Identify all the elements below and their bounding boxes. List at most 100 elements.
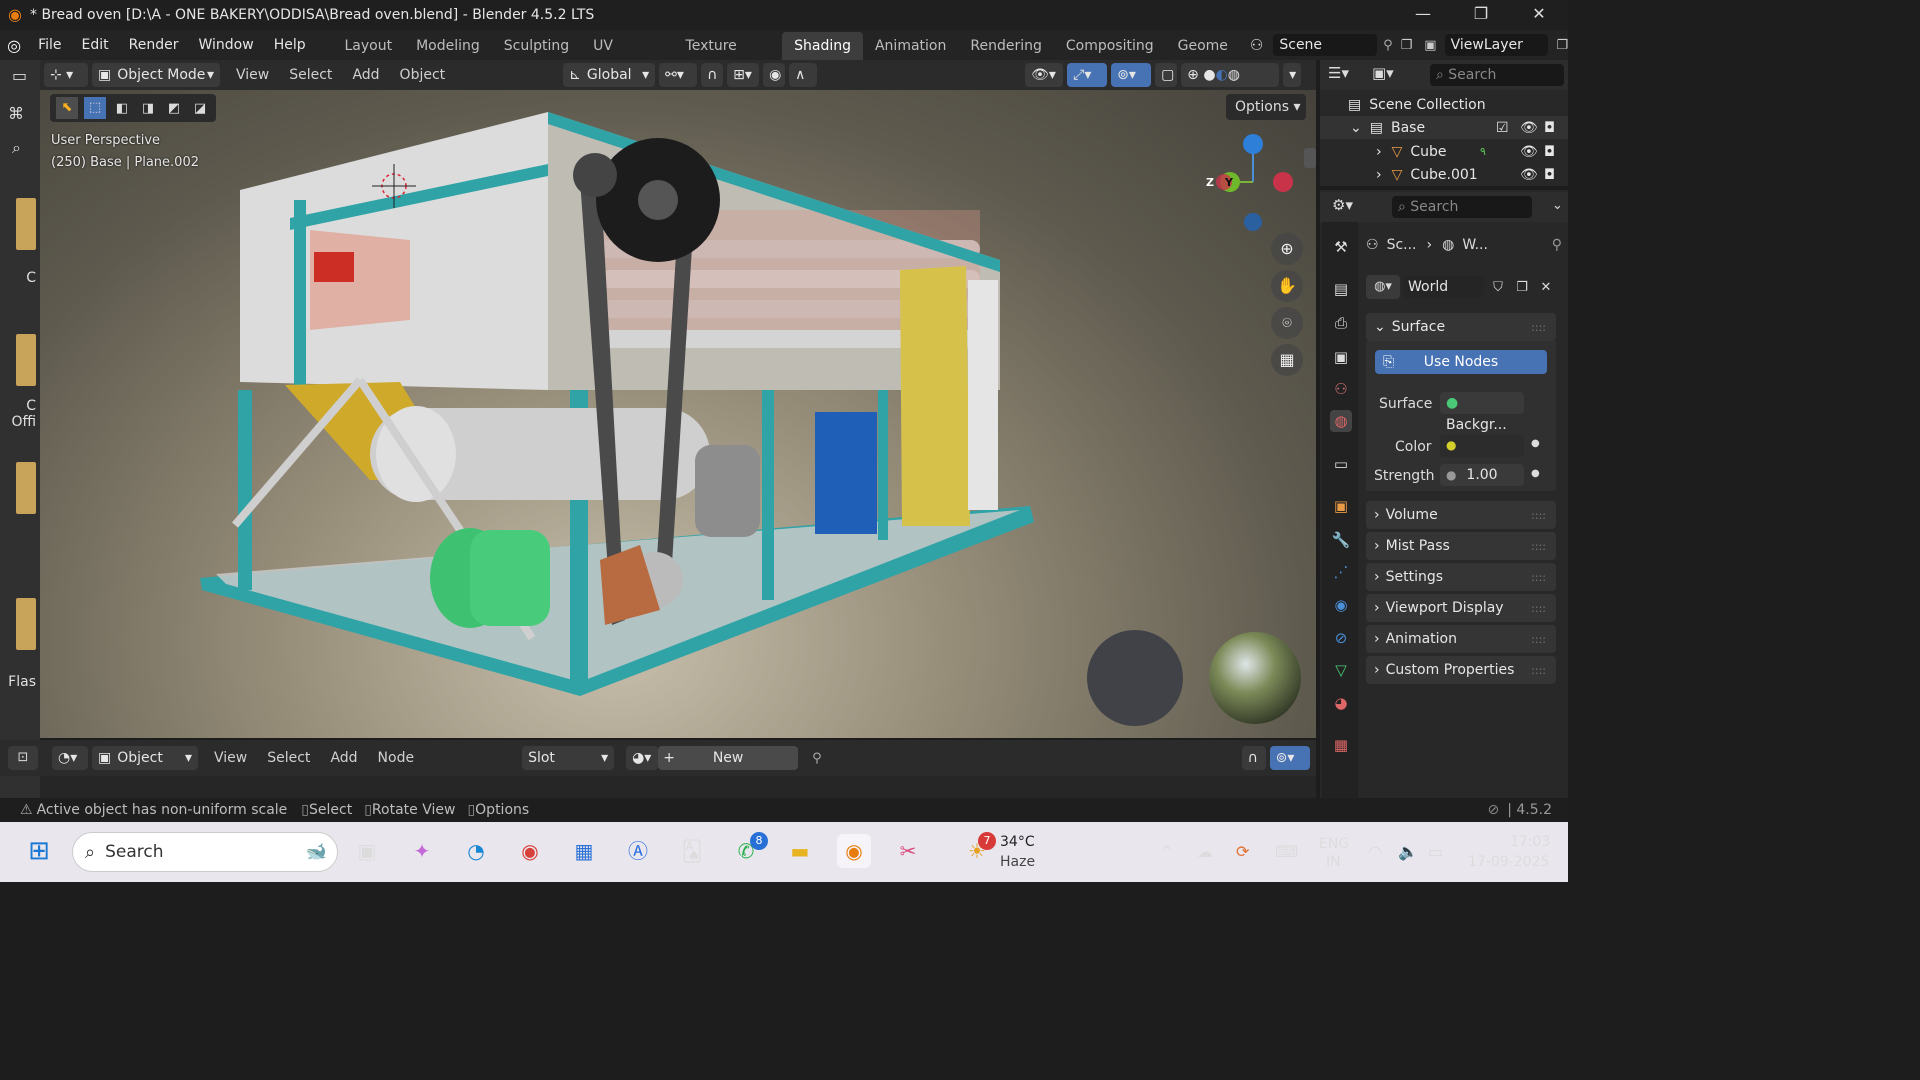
language-bottom[interactable]: IN — [1326, 854, 1341, 870]
windows-start-icon[interactable]: ⊞ — [22, 834, 56, 868]
menu-view[interactable]: View — [204, 750, 257, 766]
taskbar-search[interactable]: ⌕ Search 🐋 — [72, 832, 338, 872]
close-button[interactable]: ✕ — [1510, 0, 1568, 30]
camera-icon[interactable]: ◘ — [1544, 167, 1555, 183]
drag-handle-icon[interactable]: :::: — [1531, 571, 1546, 584]
drag-handle-icon[interactable]: :::: — [1531, 602, 1546, 615]
menu-node[interactable]: Node — [368, 750, 425, 766]
solitaire-icon[interactable]: 🂡 — [675, 834, 709, 868]
new-scene-icon[interactable]: ❐ — [1401, 38, 1413, 53]
use-nodes-button[interactable]: ⎘ Use Nodes — [1375, 350, 1547, 374]
snap-icon[interactable]: ∩ — [1241, 746, 1266, 770]
volume-icon[interactable]: 🔈 — [1398, 842, 1418, 861]
output-tab-icon[interactable]: ⎙ — [1330, 312, 1352, 334]
tab-sculpting[interactable]: Sculpting — [492, 32, 581, 60]
tool-tab-icon[interactable]: ⚒ — [1330, 236, 1352, 258]
options-dropdown[interactable]: Options ▾ — [1226, 94, 1306, 120]
file-browser-toggle-icon[interactable]: ⊡ — [8, 746, 38, 770]
select-intersect-icon[interactable]: ◪ — [190, 101, 210, 116]
snap-icon[interactable]: ∩ — [701, 63, 724, 87]
camera-view-icon[interactable]: ⌾ — [1271, 307, 1303, 339]
texture-tab-icon[interactable]: ▦ — [1330, 734, 1352, 756]
settings-panel-header[interactable]: › Settings:::: — [1366, 563, 1556, 591]
volume-panel-header[interactable]: › Volume:::: — [1366, 501, 1556, 529]
pin-icon[interactable]: ⚲ — [812, 751, 822, 766]
eye-icon[interactable]: 👁 — [1520, 167, 1538, 183]
battery-icon[interactable]: ▭ — [1428, 842, 1443, 861]
copilot-icon[interactable]: ✦ — [405, 834, 439, 868]
tab-layout[interactable]: Layout — [332, 32, 404, 60]
surface-panel-header[interactable]: ⌄ Surface :::: — [1366, 313, 1556, 341]
new-view-layer-icon[interactable]: ❐ — [1556, 38, 1568, 53]
menu-view[interactable]: View — [226, 67, 279, 83]
wifi-icon[interactable]: ◠ — [1368, 842, 1382, 861]
overlay-toggle-icon[interactable]: ⊚▾ — [1269, 746, 1310, 770]
keyframe-dot-icon[interactable]: ● — [1531, 468, 1540, 479]
orientation-dropdown[interactable]: ⊾ Global ▾ — [563, 63, 656, 87]
menu-edit[interactable]: Edit — [72, 30, 119, 60]
slot-dropdown[interactable]: Slot ▾ — [522, 746, 615, 770]
tab-geometry[interactable]: Geome — [1166, 32, 1240, 60]
edge-icon[interactable]: ◔ — [459, 834, 493, 868]
eye-icon[interactable]: 👁 — [1520, 120, 1538, 136]
mode-dropdown[interactable]: ▣ Object Mode ▾ — [92, 63, 220, 87]
bookmark-icon[interactable]: ⌘ — [8, 104, 24, 123]
drag-handle-icon[interactable]: :::: — [1531, 509, 1546, 522]
checkbox-icon[interactable]: ☑ — [1496, 120, 1509, 136]
sync-icon[interactable]: ⟳ — [1236, 842, 1249, 861]
pan-hand-icon[interactable]: ✋ — [1271, 270, 1303, 302]
scene-icon[interactable]: ⚇ — [1250, 36, 1263, 54]
display-mode-icon[interactable]: ▣▾ — [1372, 64, 1406, 86]
render-tab-icon[interactable]: ▤ — [1330, 278, 1352, 300]
custom-properties-panel-header[interactable]: › Custom Properties:::: — [1366, 656, 1556, 684]
chevron-down-icon[interactable]: ⌄ — [1350, 120, 1362, 136]
language-top[interactable]: ENG — [1319, 836, 1349, 852]
folder-icon[interactable]: ▭ — [12, 66, 27, 85]
file-thumbnail[interactable] — [16, 334, 36, 386]
drag-handle-icon[interactable]: :::: — [1531, 664, 1546, 677]
visibility-icon[interactable]: 👁▾ — [1025, 63, 1064, 87]
menu-window[interactable]: Window — [189, 30, 264, 60]
properties-editor-icon[interactable]: ⚙▾ — [1332, 196, 1353, 214]
modifier-tab-icon[interactable]: 🔧 — [1330, 529, 1352, 551]
shader-editor-canvas[interactable] — [40, 776, 1316, 798]
ortho-grid-icon[interactable]: ▦ — [1271, 344, 1303, 376]
physics-tab-icon[interactable]: ◉ — [1330, 594, 1352, 616]
store-icon[interactable]: ▦ — [567, 834, 601, 868]
select-invert-icon[interactable]: ◩ — [164, 101, 184, 116]
gizmo-z-axis[interactable] — [1243, 134, 1263, 154]
constraints-tab-icon[interactable]: ⊘ — [1330, 627, 1352, 649]
menu-render[interactable]: Render — [119, 30, 189, 60]
breadcrumb-scene[interactable]: Sc... — [1387, 237, 1417, 253]
outliner-row-cube-001[interactable]: › ▽ Cube.001 👁 ◘ — [1320, 163, 1568, 186]
menu-file[interactable]: File — [28, 30, 71, 60]
gizmo-neg-z-axis[interactable] — [1244, 213, 1262, 231]
file-thumbnail[interactable] — [16, 598, 36, 650]
tab-modeling[interactable]: Modeling — [404, 32, 492, 60]
fake-user-icon[interactable]: ⛉ — [1486, 280, 1510, 295]
breadcrumb-world[interactable]: W... — [1462, 237, 1488, 253]
surface-shader-field[interactable]: ● Backgr... — [1440, 392, 1524, 433]
gizmo-x-axis[interactable] — [1273, 172, 1293, 192]
material-tab-icon[interactable]: ◕ — [1330, 692, 1352, 714]
app-icon[interactable]: Ⓐ — [621, 834, 655, 868]
pin-icon[interactable]: ⚲ — [1383, 38, 1393, 53]
onedrive-icon[interactable]: ☁ — [1197, 842, 1213, 861]
zoom-icon[interactable]: ⊕ — [1271, 233, 1303, 265]
search-icon[interactable]: ⌕ — [12, 138, 21, 158]
chrome-icon[interactable]: ◉ — [513, 834, 547, 868]
pivot-icon[interactable]: ⚯▾ — [659, 63, 698, 87]
collection-tab-icon[interactable]: ▭ — [1330, 453, 1352, 475]
tab-animation[interactable]: Animation — [863, 32, 958, 60]
unlink-icon[interactable]: ✕ — [1534, 280, 1558, 295]
clock-date[interactable]: 17-09-2025 — [1468, 854, 1549, 870]
task-view-icon[interactable]: ▣ — [350, 834, 384, 868]
menu-object[interactable]: Object — [390, 67, 456, 83]
chevron-right-icon[interactable]: › — [1376, 144, 1382, 160]
file-explorer-icon[interactable]: ▬ — [783, 834, 817, 868]
snipping-tool-icon[interactable]: ✂ — [891, 834, 925, 868]
shader-type-dropdown[interactable]: ▣ Object ▾ — [92, 746, 198, 770]
proportional-edit-icon[interactable]: ◉ — [763, 63, 786, 87]
select-subtract-icon[interactable]: ◨ — [138, 101, 158, 116]
outliner-editor-icon[interactable]: ☰▾ — [1328, 64, 1358, 86]
